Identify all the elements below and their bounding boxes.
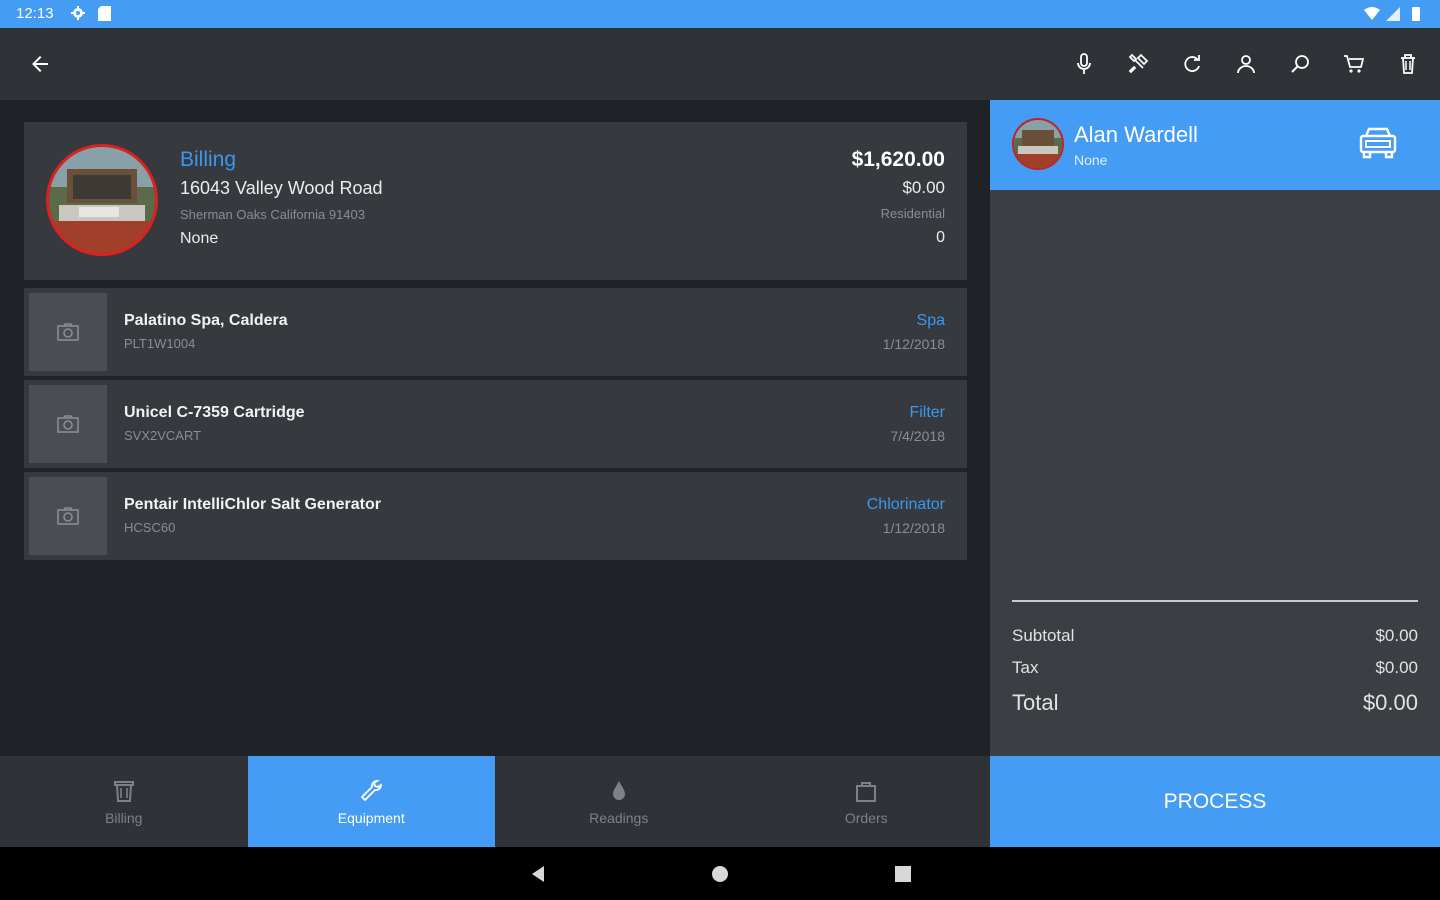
cart-button[interactable] (1336, 46, 1372, 82)
trash-icon (1401, 54, 1415, 74)
billing-card[interactable]: Billing 16043 Valley Wood Road Sherman O… (24, 122, 967, 280)
equipment-thumbnail (29, 385, 107, 463)
customer-subtitle: None (1074, 152, 1108, 168)
tax-row: Tax $0.00 (1012, 658, 1418, 678)
square-recents-icon (895, 866, 911, 882)
customer-name: Alan Wardell (1074, 122, 1198, 147)
camera-icon (57, 507, 79, 525)
tax-value: $0.00 (1375, 658, 1418, 677)
order-side-panel: Alan Wardell None Subtotal $0.00 Tax $0.… (990, 100, 1440, 756)
billing-balance: $0.00 (902, 178, 945, 197)
truck-icon (1359, 127, 1397, 159)
billing-city: Sherman Oaks California 91403 (180, 207, 365, 222)
equipment-serial: HCSC60 (124, 520, 176, 535)
total-label: Total (1012, 690, 1059, 715)
tab-equipment[interactable]: Equipment (247, 756, 495, 847)
equipment-row[interactable]: Pentair IntelliChlor Salt Generator HCSC… (24, 472, 967, 560)
equipment-thumbnail (29, 477, 107, 555)
subtotal-value: $0.00 (1375, 626, 1418, 645)
equipment-date: 1/12/2018 (882, 520, 945, 536)
system-back-button[interactable] (524, 860, 552, 888)
customer-header[interactable]: Alan Wardell None (990, 100, 1440, 190)
toolbar-actions (1066, 46, 1426, 82)
system-recents-button[interactable] (889, 860, 917, 888)
property-photo-image (49, 147, 155, 253)
tab-orders[interactable]: Orders (743, 756, 991, 847)
search-button[interactable] (1282, 46, 1318, 82)
equipment-serial: SVX2VCART (124, 428, 202, 443)
system-home-button[interactable] (706, 860, 734, 888)
billing-summary: $1,620.00 $0.00 Residential 0 (852, 148, 945, 247)
tax-label: Tax (1012, 658, 1039, 677)
bag-icon (856, 781, 877, 802)
person-icon (1237, 55, 1255, 74)
equipment-thumbnail (29, 293, 107, 371)
trash-bin-icon (113, 780, 134, 802)
vehicle-button[interactable] (1356, 122, 1400, 166)
billing-amount: $1,620.00 (851, 148, 945, 171)
total-value: $0.00 (1362, 690, 1418, 715)
app-bar (0, 28, 1440, 100)
wrench-icon (360, 779, 383, 801)
back-button[interactable] (22, 46, 58, 82)
main-panel: Billing 16043 Valley Wood Road Sherman O… (0, 100, 990, 756)
sd-card-icon (98, 6, 111, 21)
order-totals: Subtotal $0.00 Tax $0.00 Total $0.00 (1012, 600, 1418, 728)
microphone-icon (1077, 53, 1091, 74)
delete-button[interactable] (1390, 46, 1426, 82)
equipment-type: Chlorinator (866, 496, 945, 513)
tab-billing-label: Billing (105, 809, 143, 826)
equipment-type: Filter (909, 404, 945, 421)
equipment-name: Pentair IntelliChlor Salt Generator (124, 496, 381, 513)
customer-avatar-image (1014, 120, 1062, 168)
equipment-row[interactable]: Unicel C-7359 Cartridge SVX2VCART Filter… (24, 380, 967, 468)
billing-address: 16043 Valley Wood Road (180, 178, 383, 198)
equipment-row[interactable]: Palatino Spa, Caldera PLT1W1004 Spa 1/12… (24, 288, 967, 376)
tab-equipment-label: Equipment (337, 809, 405, 826)
search-icon (1291, 55, 1309, 73)
tab-readings-label: Readings (589, 809, 649, 826)
equipment-serial: PLT1W1004 (124, 336, 196, 351)
equipment-name: Palatino Spa, Caldera (124, 312, 288, 329)
microphone-button[interactable] (1066, 46, 1102, 82)
equipment-date: 1/12/2018 (882, 336, 945, 352)
tools-button[interactable] (1120, 46, 1156, 82)
circle-home-icon (712, 866, 728, 882)
subtotal-label: Subtotal (1012, 626, 1075, 645)
water-drop-icon (612, 780, 625, 800)
camera-icon (57, 323, 79, 341)
customer-avatar (1012, 118, 1064, 170)
system-navigation-bar (0, 847, 1440, 900)
equipment-name: Unicel C-7359 Cartridge (124, 404, 305, 421)
status-time: 12:13 (16, 5, 54, 22)
status-bar: 12:13 (0, 0, 1440, 28)
arrow-back-icon (32, 56, 48, 72)
process-button[interactable]: PROCESS (990, 756, 1440, 847)
tab-billing[interactable]: Billing (0, 756, 248, 847)
cart-icon (1344, 55, 1365, 73)
settings-gear-icon (71, 6, 85, 20)
tab-orders-label: Orders (844, 809, 888, 826)
total-row: Total $0.00 (1012, 690, 1418, 716)
billing-details: Billing 16043 Valley Wood Road Sherman O… (180, 148, 382, 248)
equipment-type: Spa (916, 312, 945, 329)
wifi-signal-battery-icon (1364, 7, 1420, 21)
person-button[interactable] (1228, 46, 1264, 82)
billing-note: None (180, 230, 219, 247)
refresh-icon (1184, 55, 1200, 72)
billing-count: 0 (936, 229, 945, 246)
billing-type: Residential (880, 206, 945, 221)
tools-icon (1128, 53, 1149, 74)
billing-title: Billing (180, 148, 237, 171)
equipment-list: Palatino Spa, Caldera PLT1W1004 Spa 1/12… (24, 288, 967, 564)
subtotal-row: Subtotal $0.00 (1012, 626, 1418, 646)
refresh-button[interactable] (1174, 46, 1210, 82)
camera-icon (57, 415, 79, 433)
triangle-back-icon (532, 866, 544, 882)
equipment-date: 7/4/2018 (890, 428, 946, 444)
bottom-nav: Billing Equipment Readings Orders (0, 756, 990, 847)
property-photo (46, 144, 158, 256)
tab-readings[interactable]: Readings (495, 756, 743, 847)
